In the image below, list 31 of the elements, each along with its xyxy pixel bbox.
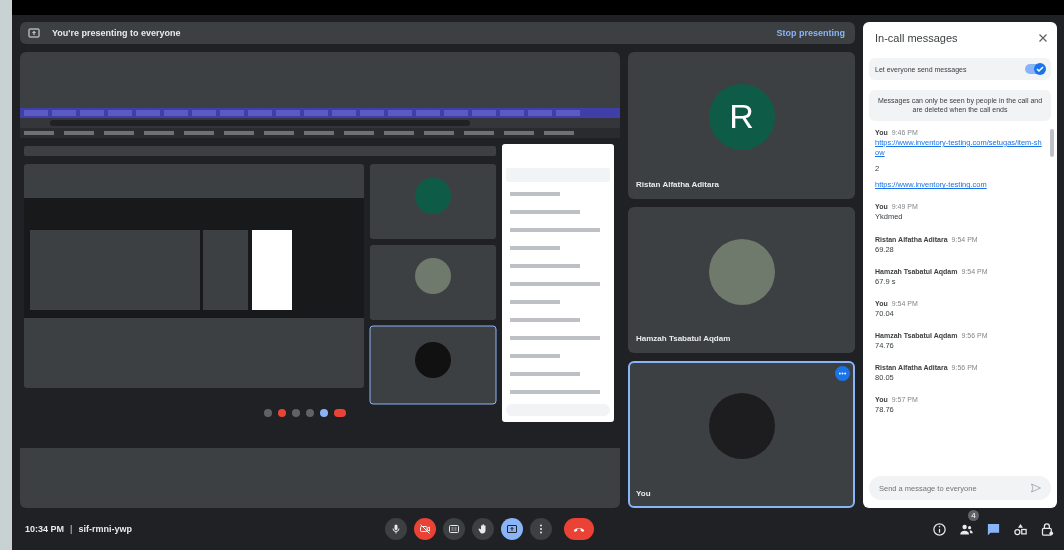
stop-presenting-button[interactable]: Stop presenting bbox=[774, 26, 847, 40]
captions-icon bbox=[448, 523, 460, 535]
present-button[interactable] bbox=[501, 518, 523, 540]
panel-title: In-call messages bbox=[875, 32, 959, 44]
hand-icon bbox=[477, 523, 489, 535]
camera-icon bbox=[419, 523, 431, 535]
presenting-message: You're presenting to everyone bbox=[52, 28, 182, 38]
microphone-icon bbox=[390, 523, 402, 535]
close-button[interactable] bbox=[1037, 32, 1049, 44]
meeting-code: sif-rmni-ywp bbox=[78, 524, 133, 534]
mic-button[interactable] bbox=[385, 518, 407, 540]
separator: | bbox=[70, 524, 73, 534]
more-button[interactable] bbox=[530, 518, 552, 540]
count-badge: 4 bbox=[968, 509, 979, 521]
scrollbar-thumb[interactable] bbox=[1050, 128, 1054, 157]
participant-name: You bbox=[635, 489, 652, 500]
check-icon bbox=[1034, 63, 1046, 75]
captions-button[interactable] bbox=[443, 518, 465, 540]
avatar: R bbox=[708, 83, 775, 150]
present-screen-icon bbox=[506, 523, 518, 535]
participant-name: Ristan Alfatha Aditara bbox=[635, 179, 720, 191]
camera-button[interactable] bbox=[414, 518, 436, 540]
participant-name: Hamzah Tsabatul Aqdam bbox=[635, 334, 732, 346]
info-button[interactable] bbox=[931, 520, 948, 538]
more-options-button[interactable] bbox=[835, 366, 850, 382]
leave-call-button[interactable] bbox=[564, 518, 594, 540]
hand-button[interactable] bbox=[472, 518, 494, 540]
present-screen-icon bbox=[28, 27, 40, 39]
toggle-switch[interactable] bbox=[1025, 64, 1045, 74]
host-button[interactable] bbox=[1039, 520, 1056, 538]
clock-time: 10:34 PM bbox=[25, 524, 65, 534]
